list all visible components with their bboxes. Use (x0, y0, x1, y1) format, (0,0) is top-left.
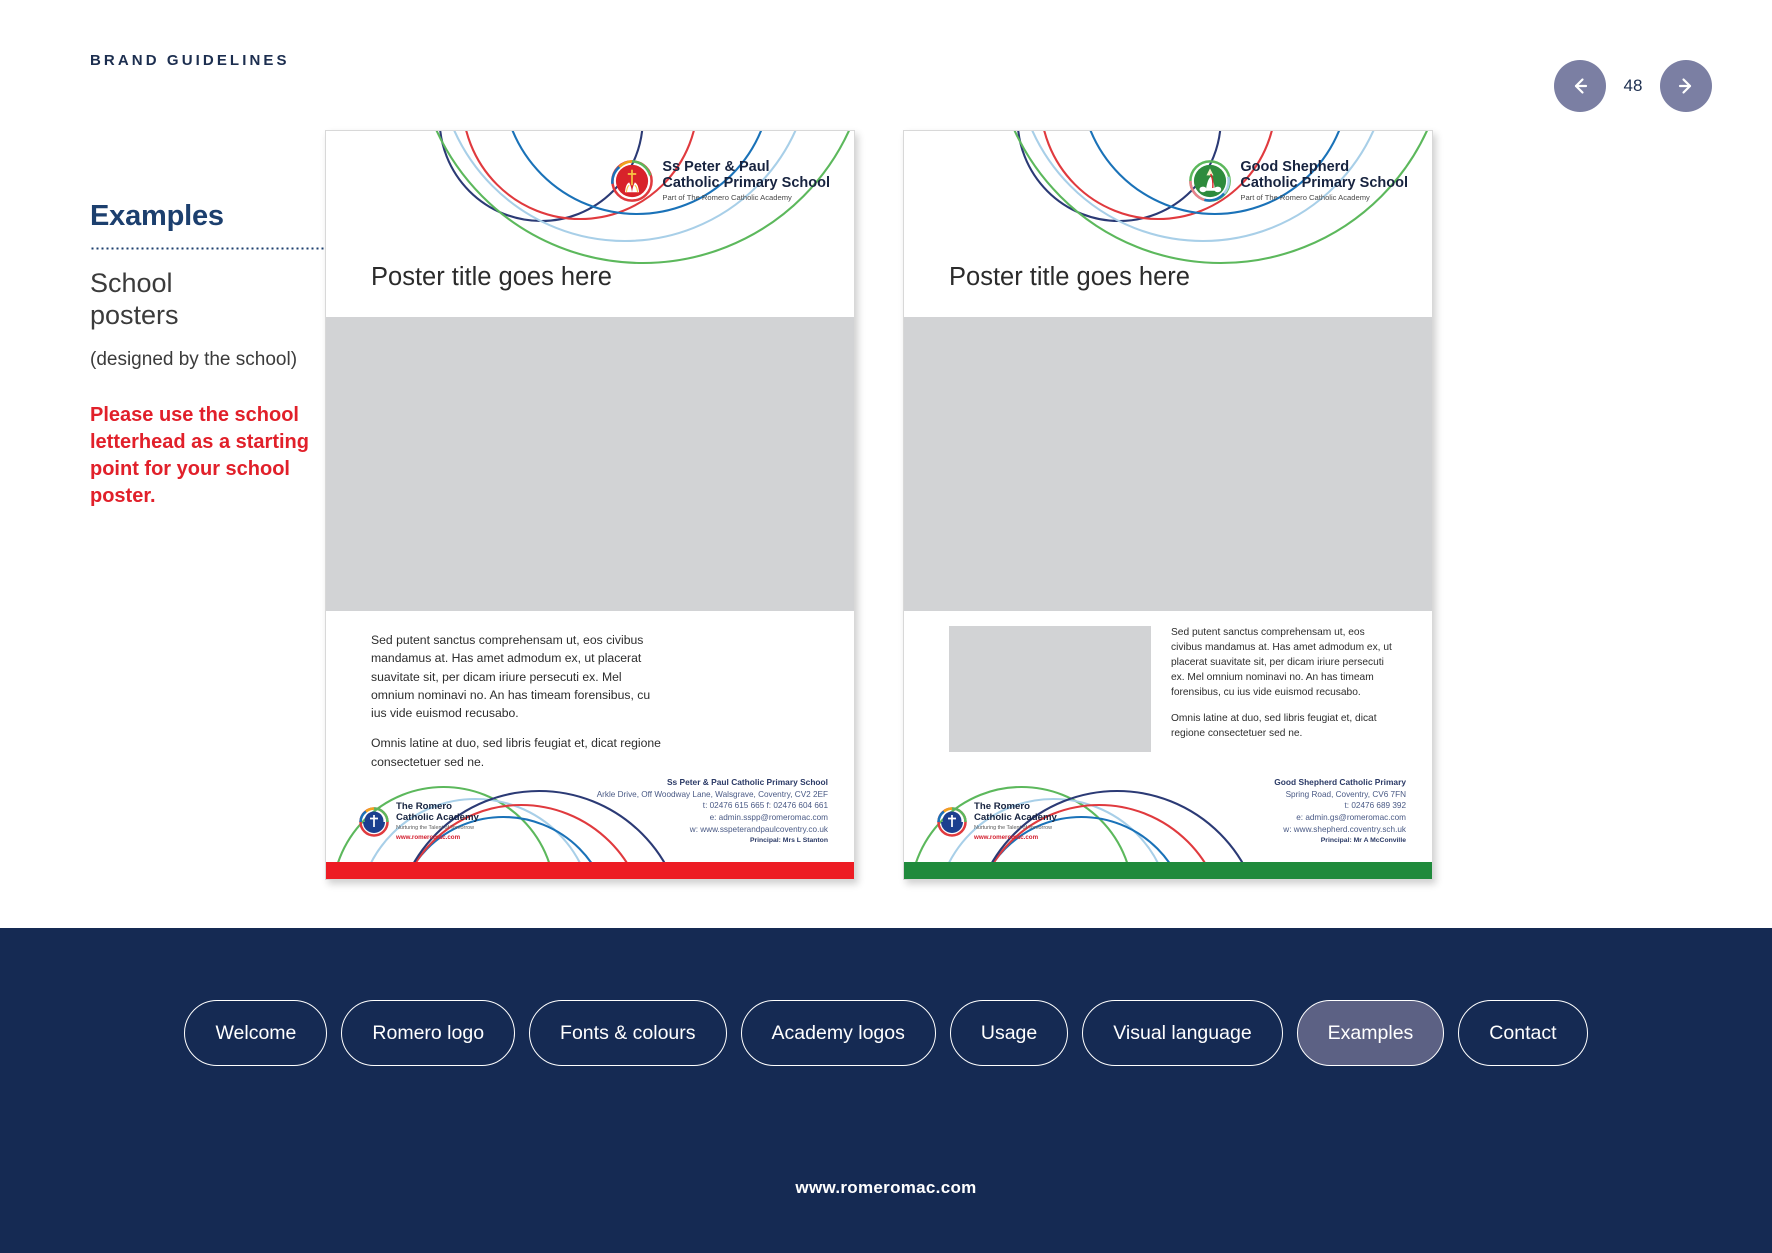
bottom-navigation-bar: Welcome Romero logo Fonts & colours Academy… (0, 928, 1772, 1253)
academy-tagline: Nurturing the Talent of Tomorrow (974, 825, 1053, 831)
nav-pill-examples[interactable]: Examples (1296, 1000, 1445, 1066)
contact-principal: Principal: Mrs L Stanton (749, 837, 828, 845)
school-name-line-1: Good Shepherd (1240, 159, 1350, 175)
poster-body-area: Sed putent sanctus comprehensam ut, eos … (371, 631, 661, 771)
romero-academy-crest-icon (359, 806, 389, 837)
contact-school-name: Good Shepherd Catholic Primary (1274, 776, 1406, 787)
page-header: BRAND GUIDELINES 48 (0, 0, 1772, 130)
school-name: Ss Peter & Paul Catholic Primary School … (662, 159, 830, 202)
romero-academy-crest-icon (937, 806, 967, 837)
subtitle-line-1: School (90, 268, 173, 298)
contact-email: e: admin.sspp@romeromac.com (709, 813, 828, 823)
body-paragraph-1: Sed putent sanctus comprehensam ut, eos … (1171, 627, 1392, 698)
section-sidebar: Examples School posters (designed by the… (90, 200, 340, 510)
school-name-line-3: Part of The Romero Catholic Academy (662, 192, 792, 202)
hero-image-placeholder (904, 317, 1432, 611)
contact-website: w: www.shepherd.coventry.sch.uk (1283, 824, 1406, 834)
section-subtitle: School posters (90, 268, 340, 332)
hero-image-placeholder (326, 317, 854, 611)
body-paragraph-1: Sed putent sanctus comprehensam ut, eos … (371, 633, 651, 721)
school-logo-lockup: Ss Peter & Paul Catholic Primary School … (611, 159, 830, 202)
contact-school-name: Ss Peter & Paul Catholic Primary School (666, 776, 828, 787)
academy-line-2: Catholic Academy (396, 811, 479, 823)
academy-tagline: Nurturing the Talent of Tomorrow (396, 825, 475, 831)
contact-website: w: www.sspeterandpaulcoventry.co.uk (689, 824, 828, 834)
poster-footer: The Romero Catholic Academy Nurturing th… (904, 759, 1432, 879)
poster-example-good-shepherd: Good Shepherd Catholic Primary School Pa… (903, 130, 1433, 880)
academy-line-2: Catholic Academy (974, 811, 1057, 823)
poster-body-area: Sed putent sanctus comprehensam ut, eos … (949, 626, 1397, 752)
poster-footer: The Romero Catholic Academy Nurturing th… (326, 759, 854, 879)
nav-pill-visual-language[interactable]: Visual language (1082, 1000, 1283, 1066)
dotted-divider (90, 247, 330, 250)
school-name-line-3: Part of The Romero Catholic Academy (1240, 192, 1370, 202)
academy-url: www.romeromac.com (974, 834, 1039, 841)
brand-guidelines-kicker: BRAND GUIDELINES (90, 52, 290, 69)
accent-bar (326, 862, 854, 879)
subtitle-line-2: posters (90, 299, 179, 330)
romero-academy-logo-lockup: The Romero Catholic Academy Nurturing th… (937, 801, 1057, 841)
contact-phone: t: 02476 615 665 f: 02476 604 661 (702, 801, 828, 811)
nav-pill-usage[interactable]: Usage (949, 1000, 1069, 1066)
poster-body-text: Sed putent sanctus comprehensam ut, eos … (1171, 626, 1397, 752)
page-number: 48 (1623, 76, 1643, 95)
navigation-pill-list: Welcome Romero logo Fonts & colours Academy… (0, 1000, 1772, 1066)
page-navigation: 48 (1554, 60, 1712, 112)
romero-academy-name: The Romero Catholic Academy Nurturing th… (396, 801, 479, 841)
poster-title: Poster title goes here (949, 263, 1190, 291)
school-logo-lockup: Good Shepherd Catholic Primary School Pa… (1189, 159, 1408, 202)
school-name-line-2: Catholic Primary School (662, 175, 830, 192)
section-note: (designed by the school) (90, 348, 298, 370)
contact-address: Spring Road, Coventry, CV6 7FN (1285, 789, 1406, 799)
section-title: Examples (90, 200, 224, 232)
school-contact-details: Good Shepherd Catholic Primary Spring Ro… (1274, 777, 1406, 846)
poster-body-text: Sed putent sanctus comprehensam ut, eos … (371, 631, 661, 771)
school-name-line-2: Catholic Primary School (1240, 175, 1408, 192)
ss-peter-paul-crest-icon (611, 159, 654, 202)
nav-pill-academy-logos[interactable]: Academy logos (740, 1000, 936, 1066)
previous-page-button[interactable] (1554, 60, 1606, 112)
contact-email: e: admin.gs@romeromac.com (1296, 813, 1406, 823)
romero-academy-logo-lockup: The Romero Catholic Academy Nurturing th… (359, 801, 479, 841)
body-paragraph-2: Omnis latine at duo, sed libris feugiat … (1171, 713, 1377, 740)
next-page-button[interactable] (1660, 60, 1712, 112)
poster-title: Poster title goes here (371, 263, 612, 291)
school-contact-details: Ss Peter & Paul Catholic Primary School … (597, 777, 828, 846)
school-name: Good Shepherd Catholic Primary School Pa… (1240, 159, 1408, 202)
usage-warning-text: Please use the school letterhead as a st… (90, 404, 309, 508)
academy-url: www.romeromac.com (396, 834, 461, 841)
nav-pill-welcome[interactable]: Welcome (184, 1000, 328, 1066)
nav-pill-fonts-colours[interactable]: Fonts & colours (529, 1000, 727, 1066)
inline-image-placeholder (949, 626, 1151, 752)
contact-phone: t: 02476 689 392 (1344, 801, 1406, 811)
romero-academy-name: The Romero Catholic Academy Nurturing th… (974, 801, 1057, 841)
arrow-left-icon (1574, 78, 1588, 94)
contact-address: Arkle Drive, Off Woodway Lane, Walsgrave… (596, 789, 828, 799)
school-name-line-1: Ss Peter & Paul (662, 159, 770, 175)
site-url: www.romeromac.com (795, 1178, 977, 1197)
contact-principal: Principal: Mr A McConville (1320, 837, 1406, 845)
nav-pill-contact[interactable]: Contact (1458, 1000, 1588, 1066)
accent-bar (904, 862, 1432, 879)
poster-example-ss-peter-paul: Ss Peter & Paul Catholic Primary School … (325, 130, 855, 880)
arrow-right-icon (1678, 78, 1692, 94)
good-shepherd-crest-icon (1189, 159, 1232, 202)
nav-pill-romero-logo[interactable]: Romero logo (341, 1000, 516, 1066)
